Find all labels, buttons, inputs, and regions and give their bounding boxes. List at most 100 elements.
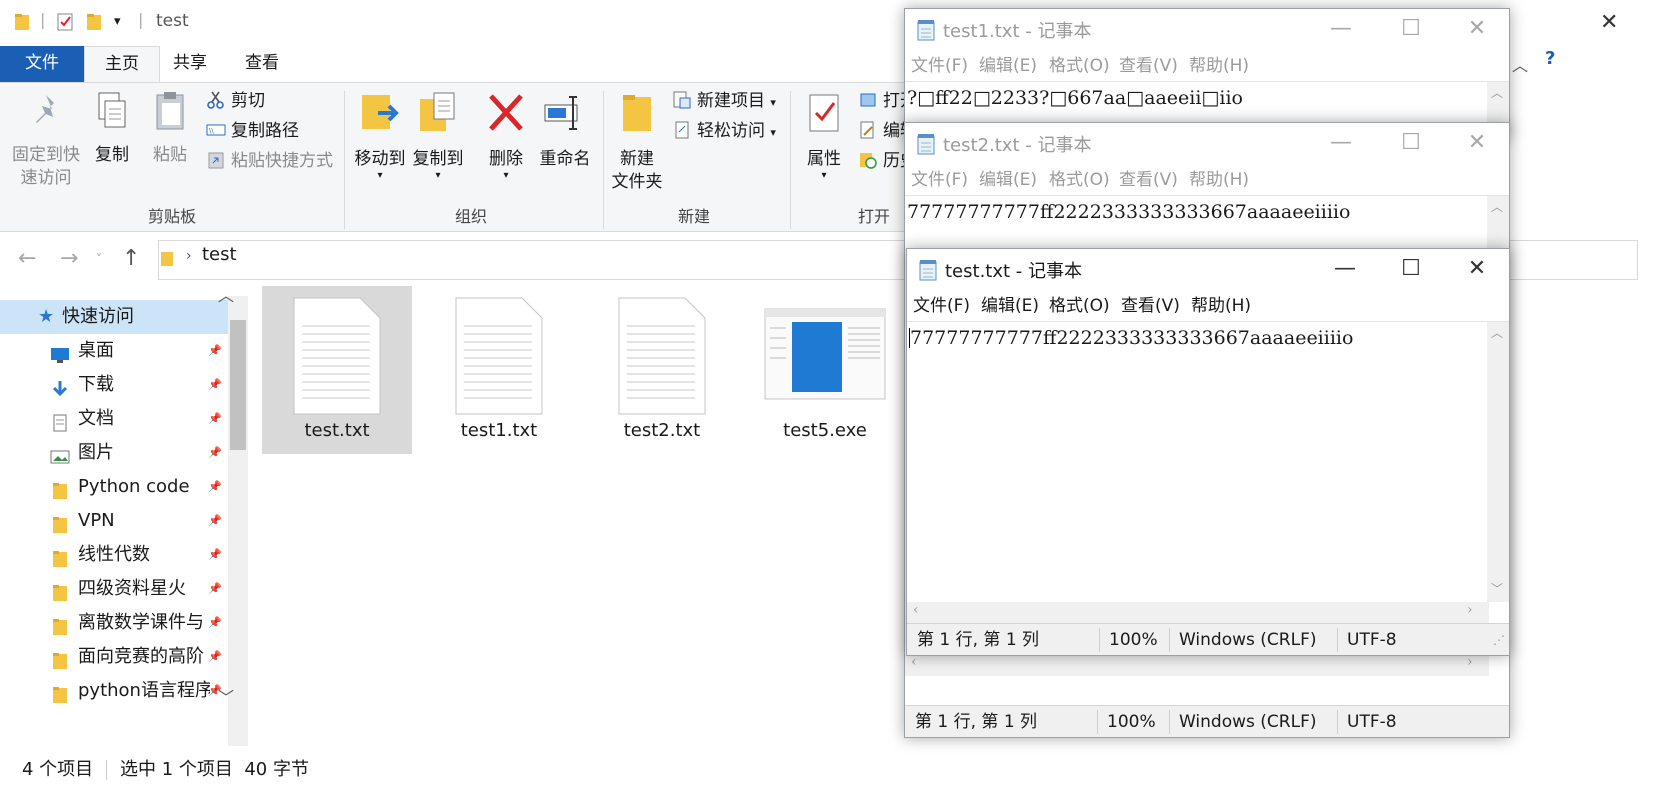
- resize-grip-icon[interactable]: ⋰: [1493, 624, 1505, 655]
- notepad-title-bar[interactable]: test1.txt - 记事本 — ☐ ✕: [905, 9, 1509, 49]
- tab-view[interactable]: 查看: [240, 46, 284, 82]
- menu-help[interactable]: 帮助(H): [1189, 51, 1249, 81]
- maximize-icon[interactable]: ☐: [1387, 127, 1435, 159]
- close-icon[interactable]: ✕: [1453, 253, 1501, 285]
- sidebar-item[interactable]: 面向竞赛的高阶 📌: [0, 640, 236, 674]
- file-item[interactable]: test.txt: [262, 286, 412, 454]
- minimize-icon[interactable]: —: [1317, 13, 1365, 45]
- scroll-left-icon[interactable]: ‹: [911, 654, 917, 670]
- forward-arrow-icon[interactable]: →: [60, 246, 78, 271]
- scroll-left-icon[interactable]: ‹: [913, 602, 919, 618]
- menu-file[interactable]: 文件(F): [911, 165, 968, 195]
- help-icon[interactable]: ?: [1545, 48, 1555, 69]
- menu-format[interactable]: 格式(O): [1049, 291, 1110, 321]
- menu-view[interactable]: 查看(V): [1119, 51, 1178, 81]
- delete-button[interactable]: 删除 ▾: [482, 91, 530, 181]
- properties-check-icon[interactable]: [56, 12, 74, 32]
- scroll-right-icon[interactable]: ›: [1467, 602, 1473, 618]
- maximize-icon[interactable]: ☐: [1387, 253, 1435, 285]
- new-item-button[interactable]: 新建项目 ▾: [672, 87, 776, 115]
- copy-path-button[interactable]: \\ 复制路径: [206, 117, 299, 145]
- menu-edit[interactable]: 编辑(E): [979, 51, 1037, 81]
- sidebar-item[interactable]: Python code 📌: [0, 470, 236, 504]
- pin-icon[interactable]: 📌: [208, 504, 222, 538]
- menu-edit[interactable]: 编辑(E): [979, 165, 1037, 195]
- tab-home[interactable]: 主页: [84, 46, 160, 82]
- menu-format[interactable]: 格式(O): [1049, 51, 1110, 81]
- pin-icon[interactable]: 📌: [208, 606, 222, 640]
- sidebar-item[interactable]: 线性代数 📌: [0, 538, 236, 572]
- copy-button[interactable]: 复制: [88, 91, 136, 167]
- scroll-up-icon[interactable]: ︿: [1491, 84, 1503, 101]
- sidebar-item-quick-access[interactable]: ★ 快速访问: [0, 300, 236, 334]
- new-folder-button[interactable]: 新建 文件夹: [608, 91, 666, 194]
- notepad-window-test1[interactable]: test1.txt - 记事本 — ☐ ✕ 文件(F) 编辑(E) 格式(O) …: [904, 8, 1510, 138]
- move-to-button[interactable]: 移动到 ▾: [352, 91, 408, 181]
- recent-locations-icon[interactable]: ˅: [96, 252, 102, 266]
- sidebar-item[interactable]: 四级资料星火 📌: [0, 572, 236, 606]
- close-icon[interactable]: ✕: [1600, 10, 1618, 35]
- tab-share[interactable]: 共享: [168, 46, 212, 82]
- pin-quick-access-button[interactable]: 固定到快 速访问: [6, 91, 86, 190]
- paste-shortcut-button[interactable]: 粘贴快捷方式: [206, 147, 333, 175]
- sidebar-item[interactable]: 离散数学课件与 📌: [0, 606, 236, 640]
- pin-icon[interactable]: 📌: [208, 436, 222, 470]
- file-item[interactable]: test1.txt: [424, 286, 574, 454]
- scroll-down-icon[interactable]: ﹀: [218, 684, 234, 708]
- cut-button[interactable]: 剪切: [206, 87, 265, 115]
- menu-view[interactable]: 查看(V): [1119, 165, 1178, 195]
- folder-icon[interactable]: [14, 12, 32, 32]
- paste-button[interactable]: 粘贴: [146, 91, 194, 167]
- easy-access-button[interactable]: 轻松访问 ▾: [672, 117, 776, 145]
- new-folder-icon[interactable]: [86, 12, 104, 32]
- menu-help[interactable]: 帮助(H): [1191, 291, 1251, 321]
- menu-format[interactable]: 格式(O): [1049, 165, 1110, 195]
- rename-button[interactable]: 重命名: [536, 91, 594, 171]
- minimize-icon[interactable]: —: [1317, 127, 1365, 159]
- sidebar-item[interactable]: 文档 📌: [0, 402, 236, 436]
- notepad-title-bar[interactable]: test.txt - 记事本 — ☐ ✕: [907, 249, 1509, 289]
- scroll-up-icon[interactable]: ︿: [218, 282, 234, 306]
- scroll-down-icon[interactable]: ﹀: [1491, 580, 1503, 597]
- file-item[interactable]: test2.txt: [587, 286, 737, 454]
- notepad-text-area[interactable]: 77777777777ff2222333333333667aaaaeeiiiio…: [907, 321, 1509, 624]
- close-icon[interactable]: ✕: [1453, 127, 1501, 159]
- close-icon[interactable]: ✕: [1453, 13, 1501, 45]
- collapse-ribbon-icon[interactable]: ︿: [1512, 52, 1528, 76]
- sidebar-scrollbar-thumb[interactable]: [230, 320, 246, 450]
- menu-file[interactable]: 文件(F): [913, 291, 970, 321]
- properties-button[interactable]: 属性 ▾: [800, 91, 848, 181]
- vertical-scrollbar[interactable]: [1487, 322, 1509, 602]
- pin-icon[interactable]: 📌: [208, 368, 222, 402]
- pin-icon[interactable]: 📌: [208, 538, 222, 572]
- back-arrow-icon[interactable]: ←: [18, 246, 36, 271]
- horizontal-scrollbar[interactable]: [907, 602, 1489, 624]
- copy-to-button[interactable]: 复制到 ▾: [410, 91, 466, 181]
- pin-icon[interactable]: 📌: [208, 470, 222, 504]
- notepad-title-bar[interactable]: test2.txt - 记事本 — ☐ ✕: [905, 123, 1509, 163]
- minimize-icon[interactable]: —: [1321, 253, 1369, 285]
- pin-icon[interactable]: 📌: [208, 572, 222, 606]
- scroll-up-icon[interactable]: ︿: [1491, 324, 1503, 341]
- menu-view[interactable]: 查看(V): [1121, 291, 1180, 321]
- sidebar-item[interactable]: VPN 📌: [0, 504, 236, 538]
- breadcrumb[interactable]: test: [202, 244, 237, 265]
- pin-icon[interactable]: 📌: [208, 334, 222, 368]
- pin-icon[interactable]: 📌: [208, 640, 222, 674]
- menu-edit[interactable]: 编辑(E): [981, 291, 1039, 321]
- menu-file[interactable]: 文件(F): [911, 51, 968, 81]
- horizontal-scrollbar[interactable]: [905, 654, 1489, 676]
- maximize-icon[interactable]: ☐: [1387, 13, 1435, 45]
- qat-dropdown-icon[interactable]: ▾: [114, 14, 121, 29]
- sidebar-item[interactable]: 图片 📌: [0, 436, 236, 470]
- scroll-up-icon[interactable]: ︿: [1491, 198, 1503, 215]
- menu-help[interactable]: 帮助(H): [1189, 165, 1249, 195]
- breadcrumb-chevron-icon[interactable]: ›: [186, 248, 192, 264]
- sidebar-item[interactable]: python语言程序 📌: [0, 674, 236, 708]
- scroll-right-icon[interactable]: ›: [1467, 654, 1473, 670]
- notepad-window-test[interactable]: test.txt - 记事本 — ☐ ✕ 文件(F) 编辑(E) 格式(O) 查…: [906, 248, 1510, 656]
- file-item[interactable]: test5.exe: [750, 286, 900, 454]
- sidebar-item[interactable]: 下载 📌: [0, 368, 236, 402]
- up-arrow-icon[interactable]: ↑: [122, 246, 140, 271]
- pin-icon[interactable]: 📌: [208, 402, 222, 436]
